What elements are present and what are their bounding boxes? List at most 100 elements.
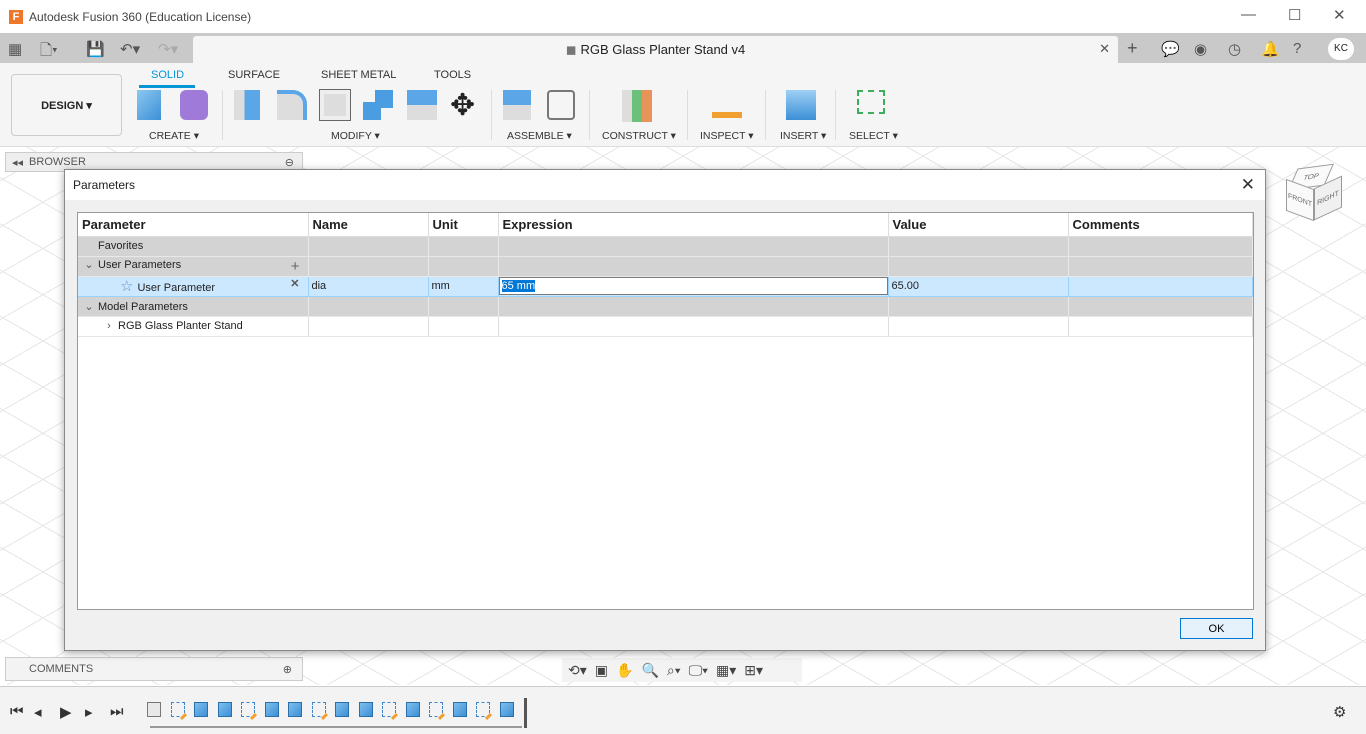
timeline-track[interactable]: [150, 726, 522, 728]
orbit-icon[interactable]: ⟲▾: [568, 662, 587, 679]
column-header-comments[interactable]: Comments: [1068, 213, 1253, 237]
play-icon[interactable]: ▶: [60, 703, 72, 721]
inspect-menu[interactable]: INSPECT ▾: [700, 130, 754, 142]
close-window-button[interactable]: ✕: [1333, 6, 1346, 24]
timeline-sketch-icon[interactable]: [429, 702, 443, 717]
user-parameters-row[interactable]: ⌄ User Parameters +: [78, 256, 1253, 277]
modify-menu[interactable]: MODIFY ▾: [331, 130, 380, 142]
help-icon[interactable]: ?: [1293, 40, 1301, 57]
timeline-extrude-icon[interactable]: [405, 702, 420, 717]
go-to-start-icon[interactable]: ⏮: [10, 703, 24, 720]
shell-icon[interactable]: [319, 89, 351, 121]
table-row[interactable]: ☆ User Parameter ✕ dia mm 65 mm 65.00: [78, 276, 1253, 297]
select-window-icon[interactable]: [857, 90, 885, 114]
step-back-icon[interactable]: ◂: [34, 703, 42, 721]
comments-panel[interactable]: COMMENTS ⊕: [5, 657, 303, 681]
insert-menu[interactable]: INSERT ▾: [780, 130, 826, 142]
browser-pin-icon[interactable]: ⊖: [285, 156, 294, 169]
user-avatar[interactable]: KC: [1328, 38, 1354, 60]
timeline-body-icon[interactable]: [147, 702, 161, 717]
timeline-settings-gear-icon[interactable]: ⚙: [1333, 703, 1346, 721]
expression-input[interactable]: 65 mm: [498, 277, 887, 295]
fillet-icon[interactable]: [277, 90, 307, 120]
create-form-icon[interactable]: [180, 90, 208, 120]
delete-parameter-icon[interactable]: ✕: [290, 277, 299, 290]
timeline-extrude-icon[interactable]: [358, 702, 373, 717]
column-header-name[interactable]: Name: [308, 213, 429, 237]
undo-icon[interactable]: ↶▾: [120, 40, 140, 58]
maximize-button[interactable]: ☐: [1288, 6, 1301, 24]
close-tab-icon[interactable]: ✕: [1099, 41, 1110, 57]
component-row[interactable]: › RGB Glass Planter Stand: [78, 316, 1253, 337]
tab-tools[interactable]: TOOLS: [434, 69, 471, 81]
look-at-icon[interactable]: ▣: [595, 662, 608, 679]
construct-menu[interactable]: CONSTRUCT ▾: [602, 130, 676, 142]
file-menu-icon[interactable]: 🗋▾: [40, 40, 58, 65]
step-forward-icon[interactable]: ▸: [85, 703, 93, 721]
press-pull-icon[interactable]: [234, 90, 260, 120]
workspace-switcher[interactable]: DESIGN ▾: [11, 74, 122, 136]
joint-icon[interactable]: [547, 90, 575, 120]
new-tab-plus-icon[interactable]: +: [1127, 38, 1138, 59]
save-icon[interactable]: 💾: [86, 40, 105, 58]
timeline-extrude-icon[interactable]: [335, 702, 349, 717]
zoom-icon[interactable]: 🔍: [641, 662, 658, 679]
column-header-value[interactable]: Value: [888, 213, 1069, 237]
viewports-icon[interactable]: ⊞▾: [744, 662, 763, 679]
redo-icon[interactable]: ↷▾: [158, 40, 178, 58]
close-dialog-icon[interactable]: ✕: [1241, 175, 1255, 195]
notifications-bell-icon[interactable]: 🔔: [1261, 40, 1280, 58]
column-header-unit[interactable]: Unit: [428, 213, 499, 237]
column-header-parameter[interactable]: Parameter: [78, 213, 309, 237]
data-panel-grid-icon[interactable]: ▦: [8, 40, 22, 58]
move-copy-icon[interactable]: ✥: [450, 90, 482, 122]
measure-icon[interactable]: [712, 98, 742, 118]
chevron-down-icon[interactable]: ⌄: [80, 258, 98, 271]
timeline-sketch-icon[interactable]: [170, 702, 185, 717]
extrude-icon[interactable]: [137, 90, 161, 120]
new-component-icon[interactable]: [503, 90, 531, 120]
collapse-icon[interactable]: ◂◂: [12, 156, 23, 169]
view-cube[interactable]: TOP FRONT RIGHT: [1280, 160, 1350, 230]
tab-surface[interactable]: SURFACE: [228, 69, 280, 81]
model-parameters-row[interactable]: ⌄ Model Parameters: [78, 296, 1253, 317]
ok-button[interactable]: OK: [1180, 618, 1253, 639]
timeline-marker[interactable]: [524, 698, 527, 728]
timeline-extrude-icon[interactable]: [217, 702, 232, 717]
split-body-icon[interactable]: [407, 90, 437, 120]
timeline-extrude-icon[interactable]: [264, 702, 279, 717]
history-clock-icon[interactable]: ◷: [1228, 40, 1241, 58]
parameter-unit[interactable]: mm: [428, 276, 499, 297]
tab-sheet-metal[interactable]: SHEET METAL: [321, 69, 396, 81]
create-menu[interactable]: CREATE ▾: [149, 130, 199, 142]
timeline-sketch-icon[interactable]: [241, 702, 255, 717]
tab-solid[interactable]: SOLID: [151, 69, 184, 81]
chevron-down-icon[interactable]: ⌄: [80, 300, 98, 313]
job-status-icon[interactable]: 💬: [1161, 40, 1180, 58]
favorite-star-icon[interactable]: ☆: [120, 278, 133, 295]
select-menu[interactable]: SELECT ▾: [849, 130, 898, 142]
grid-settings-icon[interactable]: ▦▾: [716, 662, 736, 679]
display-settings-icon[interactable]: 🖵▾: [689, 662, 708, 679]
timeline-sketch-icon[interactable]: [382, 702, 396, 717]
timeline-extrude-icon[interactable]: [194, 702, 208, 717]
canvas-image-icon[interactable]: [786, 90, 816, 120]
add-parameter-plus-icon[interactable]: +: [291, 258, 300, 275]
timeline-extrude-icon[interactable]: [452, 702, 467, 717]
timeline-extrude-icon[interactable]: [499, 702, 514, 717]
document-tab[interactable]: ◼ RGB Glass Planter Stand v4 ✕: [193, 36, 1118, 63]
online-status-icon[interactable]: ◉: [1194, 40, 1207, 58]
timeline-sketch-icon[interactable]: [476, 702, 490, 717]
timeline-extrude-icon[interactable]: [288, 702, 302, 717]
go-to-end-icon[interactable]: ⏭: [110, 703, 124, 720]
timeline-sketch-icon[interactable]: [311, 702, 326, 717]
pan-hand-icon[interactable]: ✋: [616, 662, 633, 679]
column-header-expression[interactable]: Expression: [498, 213, 889, 237]
minimize-button[interactable]: —: [1241, 6, 1256, 23]
add-comment-icon[interactable]: ⊕: [283, 663, 292, 676]
assemble-menu[interactable]: ASSEMBLE ▾: [507, 130, 572, 142]
fit-icon[interactable]: ⌕▾: [667, 662, 681, 679]
parameter-name[interactable]: dia: [308, 276, 429, 297]
favorites-row[interactable]: Favorites: [78, 236, 1253, 257]
chevron-right-icon[interactable]: ›: [100, 320, 118, 332]
